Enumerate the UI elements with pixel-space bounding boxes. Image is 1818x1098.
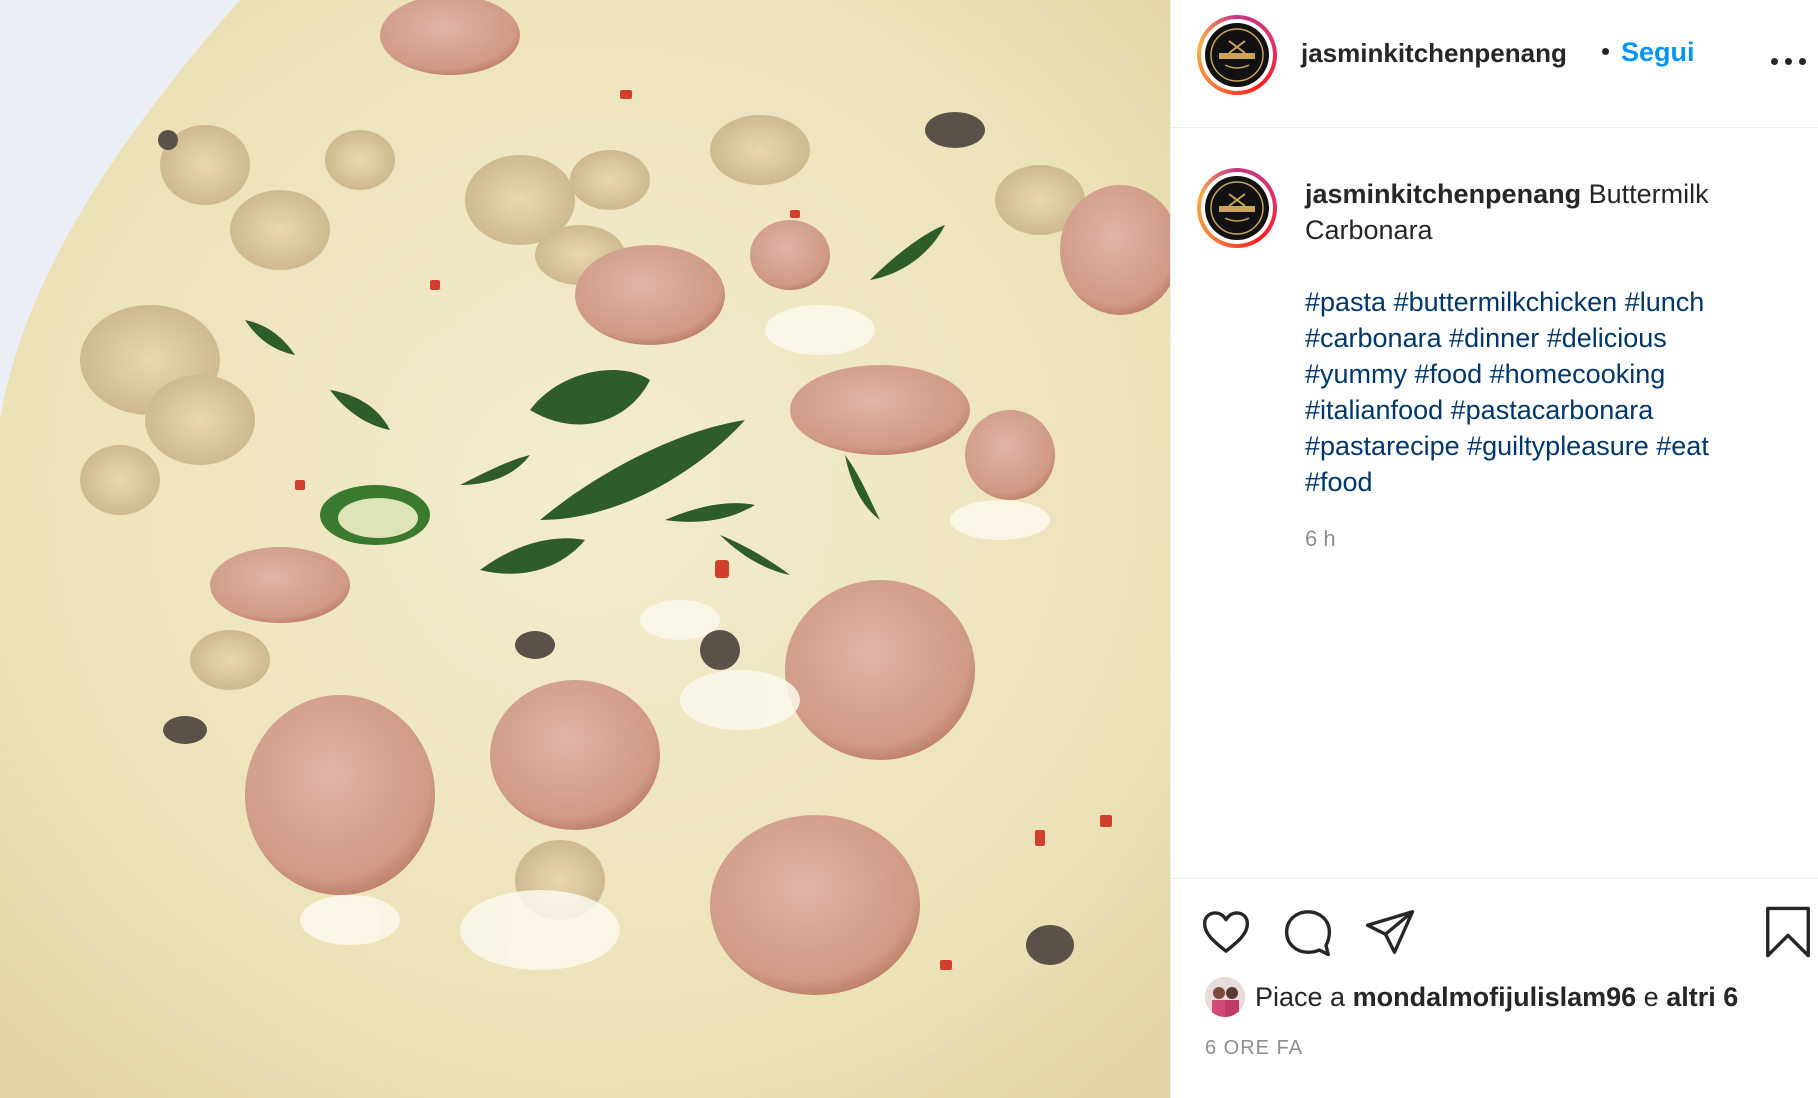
- more-options-icon[interactable]: [1769, 38, 1809, 68]
- action-bar: Piace a mondalmofijulislam96 e altri 6 6…: [1171, 878, 1818, 1098]
- post-header: jasminkitchenpenang • Segui: [1171, 0, 1818, 128]
- hashtag-link[interactable]: #pastarecipe: [1305, 431, 1460, 461]
- follow-button[interactable]: Segui: [1621, 37, 1695, 68]
- hashtag-link[interactable]: #food: [1305, 467, 1373, 497]
- hashtag-link[interactable]: #food: [1415, 359, 1483, 389]
- caption-timestamp[interactable]: 6 h: [1305, 526, 1336, 552]
- bookmark-icon[interactable]: [1761, 905, 1815, 959]
- header-username[interactable]: jasminkitchenpenang: [1301, 38, 1567, 69]
- hashtag-link[interactable]: #pasta: [1305, 287, 1386, 317]
- likes-others-link[interactable]: altri 6: [1666, 982, 1738, 1013]
- post-side-panel: jasminkitchenpenang • Segui jasminkitche…: [1170, 0, 1818, 1098]
- profile-avatar[interactable]: [1197, 15, 1277, 95]
- hashtag-link[interactable]: #eat: [1656, 431, 1709, 461]
- hashtag-link[interactable]: #pastacarbonara: [1451, 395, 1654, 425]
- comment-icon[interactable]: [1281, 905, 1335, 959]
- food-image: [0, 0, 1170, 1098]
- caption-username[interactable]: jasminkitchenpenang: [1305, 179, 1581, 209]
- likes-prefix: Piace a: [1255, 981, 1346, 1012]
- hashtag-link[interactable]: #italianfood: [1305, 395, 1443, 425]
- post-caption: jasminkitchenpenang Buttermilk Carbonara: [1305, 176, 1775, 248]
- post-photo[interactable]: [0, 0, 1170, 1098]
- post-timestamp[interactable]: 6 ORE FA: [1205, 1037, 1303, 1060]
- hashtag-link[interactable]: #delicious: [1547, 323, 1667, 353]
- hashtag-list: #pasta #buttermilkchicken #lunch #carbon…: [1305, 284, 1775, 500]
- caption-avatar[interactable]: [1197, 168, 1277, 248]
- heart-icon[interactable]: [1199, 905, 1253, 959]
- hashtag-link[interactable]: #carbonara: [1305, 323, 1442, 353]
- brand-logo: [1205, 23, 1269, 87]
- hashtag-link[interactable]: #yummy: [1305, 359, 1407, 389]
- likes-summary: Piace a mondalmofijulislam96 e altri 6: [1205, 975, 1738, 1019]
- liker-avatar[interactable]: [1205, 977, 1245, 1017]
- liked-by-username[interactable]: mondalmofijulislam96: [1353, 982, 1637, 1013]
- brand-logo-small: [1205, 176, 1269, 240]
- hashtag-link[interactable]: #homecooking: [1490, 359, 1666, 389]
- hashtag-link[interactable]: #guiltypleasure: [1467, 431, 1649, 461]
- hashtag-link[interactable]: #lunch: [1625, 287, 1705, 317]
- hashtag-link[interactable]: #dinner: [1449, 323, 1539, 353]
- likes-conjunction: e: [1643, 981, 1659, 1012]
- paper-plane-icon[interactable]: [1363, 905, 1417, 959]
- hashtag-link[interactable]: #buttermilkchicken: [1394, 287, 1618, 317]
- separator-dot: •: [1601, 36, 1611, 66]
